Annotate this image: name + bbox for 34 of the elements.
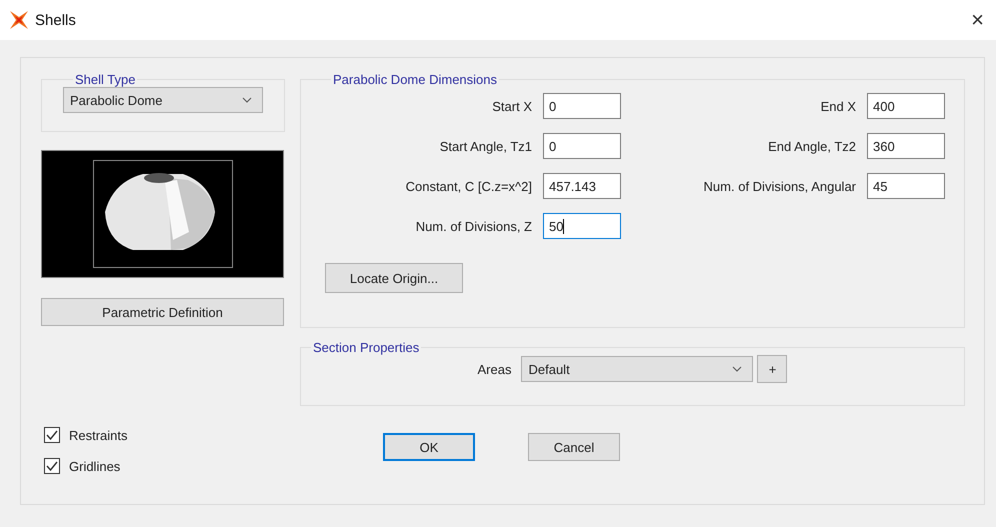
input-field[interactable]: 0 xyxy=(543,133,621,159)
checkbox-label: Gridlines xyxy=(69,458,120,474)
field-label: Num. of Divisions, Angular xyxy=(704,178,856,194)
group-legend: Shell Type xyxy=(73,72,138,87)
input-field[interactable]: 45 xyxy=(867,173,945,199)
checkbox[interactable] xyxy=(44,458,60,474)
add-button[interactable]: + xyxy=(757,355,788,383)
chevron-icon xyxy=(242,97,252,103)
field-label: End Angle, Tz2 xyxy=(768,138,856,154)
app-logo-icon xyxy=(9,10,29,30)
chevron-icon xyxy=(732,366,742,372)
areas-dropdown[interactable]: Default xyxy=(521,356,754,382)
shell-type-dropdown[interactable]: Parabolic Dome xyxy=(63,87,263,113)
input-field[interactable]: 400 xyxy=(867,93,945,119)
areas-label: Areas xyxy=(478,362,512,376)
checkbox[interactable] xyxy=(44,427,60,443)
input-field[interactable]: 50 xyxy=(543,213,621,239)
field-label: Constant, C [C.z=x^2] xyxy=(406,178,532,194)
field-label: Start X xyxy=(492,98,532,114)
dialog-button[interactable]: Cancel xyxy=(528,433,620,461)
close-button[interactable]: × xyxy=(967,7,988,33)
input-field[interactable]: 360 xyxy=(867,133,945,159)
input-field[interactable]: 0 xyxy=(543,93,621,119)
field-label: Num. of Divisions, Z xyxy=(416,218,532,234)
input-field[interactable]: 457.143 xyxy=(543,173,621,199)
window-title: Shells xyxy=(35,12,76,28)
field-label: Start Angle, Tz1 xyxy=(440,138,532,154)
group-legend: Parabolic Dome Dimensions xyxy=(331,72,500,87)
group-legend: Section Properties xyxy=(311,340,422,355)
checkbox-label: Restraints xyxy=(69,428,128,442)
field-label: End X xyxy=(820,98,856,114)
parametric-definition-button[interactable]: Parametric Definition xyxy=(41,298,284,326)
locate-origin-button[interactable]: Locate Origin... xyxy=(325,263,463,293)
dialog-button[interactable]: OK xyxy=(383,433,475,461)
